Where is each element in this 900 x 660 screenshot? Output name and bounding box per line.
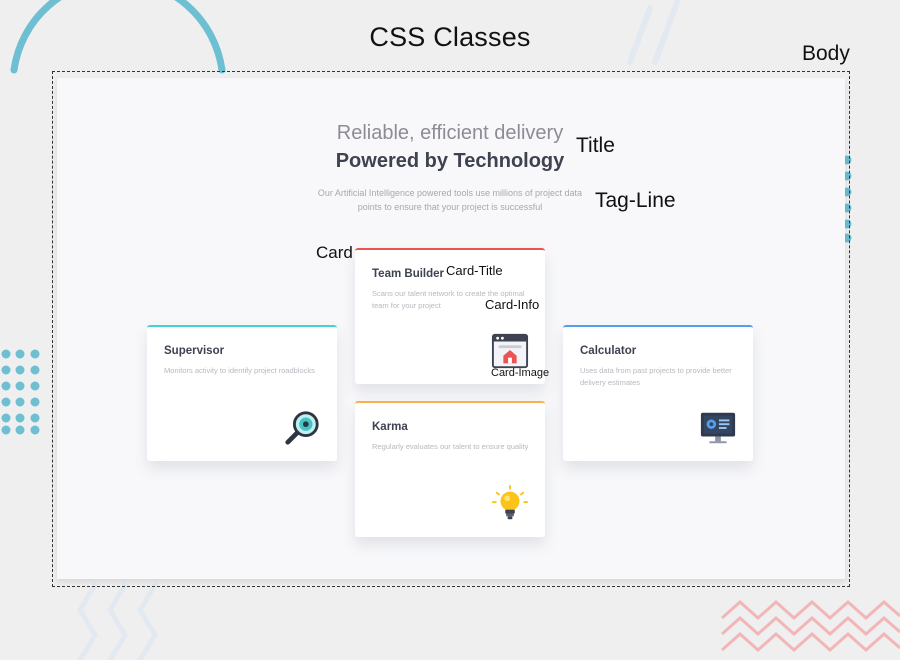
pink-zigzag-decoration bbox=[721, 599, 900, 653]
monitor-icon bbox=[700, 412, 736, 444]
tagline: Our Artificial Intelligence powered tool… bbox=[300, 186, 600, 214]
faint-chevron-decoration bbox=[77, 582, 158, 660]
card-supervisor[interactable]: Supervisor Monitors activity to identify… bbox=[147, 325, 337, 461]
card-title-label: Card-Title bbox=[446, 263, 503, 278]
card-info: Monitors activity to identify project ro… bbox=[164, 366, 315, 375]
dot-grid-decoration-left bbox=[1, 349, 40, 435]
diagram-heading: CSS Classes bbox=[369, 22, 531, 52]
card-title: Supervisor bbox=[164, 345, 225, 357]
card-info-label: Card-Info bbox=[485, 297, 540, 312]
body-label: Body bbox=[802, 42, 850, 65]
title-light: Reliable, efficient delivery bbox=[336, 122, 564, 144]
card-title: Karma bbox=[372, 421, 408, 433]
card-info: Regularly evaluates our talent to ensure… bbox=[372, 442, 529, 451]
browser-icon bbox=[491, 333, 529, 369]
tagline-line-2: points to ensure that your project is su… bbox=[357, 202, 543, 212]
card-label: Card bbox=[316, 243, 353, 262]
tagline-label: Tag-Line bbox=[595, 189, 676, 212]
title-label: Title bbox=[576, 134, 615, 157]
lightbulb-icon bbox=[491, 485, 529, 520]
card-calculator[interactable]: Calculator Uses data from past projects … bbox=[563, 325, 753, 461]
card-karma[interactable]: Karma Regularly evaluates our talent to … bbox=[355, 401, 545, 537]
card-title: Calculator bbox=[580, 345, 637, 357]
magnifier-icon bbox=[285, 411, 319, 445]
card-image-label: Card-Image bbox=[491, 367, 550, 379]
card-info: Uses data from past projects to provide … bbox=[580, 366, 732, 387]
title-bold: Powered by Technology bbox=[335, 150, 565, 172]
tagline-line-1: Our Artificial Intelligence powered tool… bbox=[317, 188, 583, 198]
